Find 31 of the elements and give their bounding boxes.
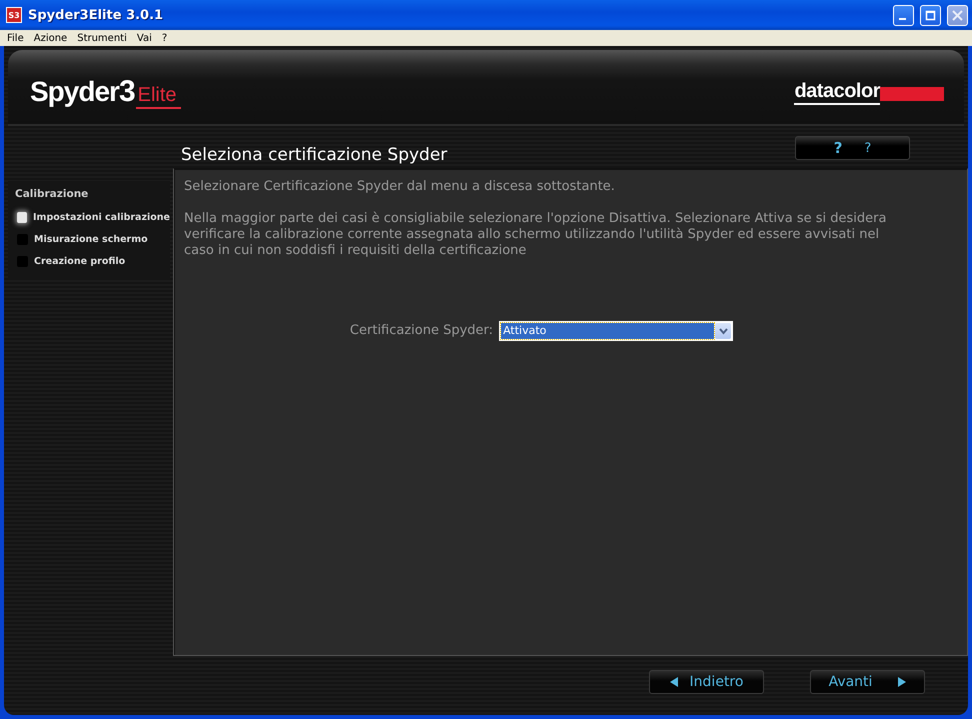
right-arrow-icon <box>898 677 906 687</box>
menu-item[interactable]: Vai <box>132 32 157 44</box>
sidebar-item[interactable]: Creazione profilo <box>34 256 126 266</box>
left-arrow-icon <box>670 677 678 687</box>
close-icon <box>952 10 963 20</box>
instruction-text: Nella maggior parte dei casi è consigliabile selezionare l'opzione Disattiva. Selezionare Attiva se si desidera verificare la calibrazione corrente assegnata allo schermo utilizzando l'utilità Spyder ed essere avvisati nel caso in cui non soddisfi i requisiti della certificazione <box>184 211 888 259</box>
minimize-icon <box>898 18 906 20</box>
menu-item[interactable]: Strumenti <box>72 32 132 44</box>
window-title: Spyder3Elite 3.0.1 <box>28 8 164 22</box>
sidebar-item[interactable]: Misurazione schermo <box>34 234 148 244</box>
datacolor-logo: datacolor <box>794 70 944 104</box>
close-button[interactable] <box>947 4 968 26</box>
help-label: ? <box>864 140 872 156</box>
sidebar-item[interactable]: Impostazioni calibrazione <box>33 212 170 222</box>
app-icon: S3 <box>6 7 22 23</box>
next-button[interactable]: Avanti <box>810 670 925 694</box>
menu-item[interactable]: File <box>2 32 29 44</box>
instruction-text: Selezionare Certificazione Spyder dal menu a discesa sottostante. <box>184 179 616 195</box>
maximize-button[interactable] <box>920 4 941 26</box>
field-label: Certificazione Spyder: <box>350 323 494 339</box>
minimize-button[interactable] <box>893 4 914 26</box>
menu-item[interactable]: Azione <box>28 32 72 44</box>
sidebar-heading: Calibrazione <box>15 188 90 200</box>
maximize-icon <box>925 10 936 20</box>
help-icon: ? <box>834 139 842 157</box>
page-title: Seleziona certificazione Spyder <box>181 145 448 167</box>
spyder-logo: Spyder3Elite <box>30 65 181 109</box>
help-button[interactable]: ? ? <box>795 136 910 160</box>
certification-dropdown[interactable]: Attivato <box>499 321 734 341</box>
menu-item[interactable]: ? <box>156 32 172 44</box>
back-button[interactable]: Indietro <box>649 670 764 694</box>
